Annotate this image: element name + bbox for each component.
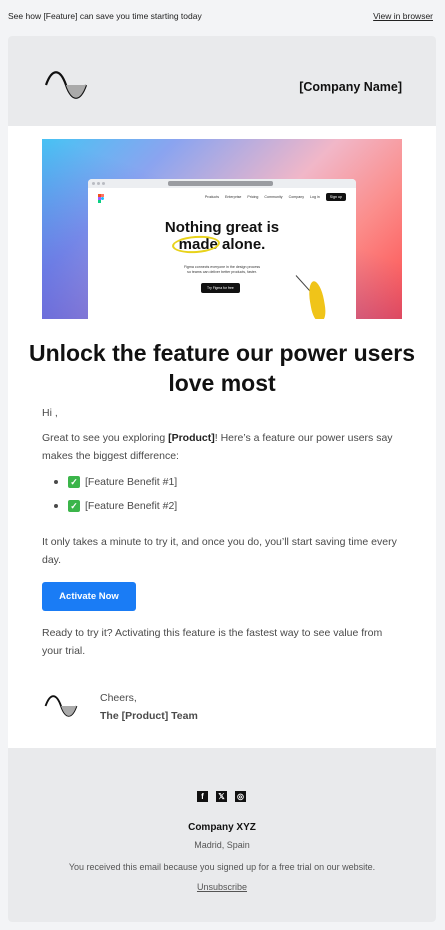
mock-nav: Products Enterprise Pricing Community Co… [205, 193, 346, 201]
minute-paragraph: It only takes a minute to try it, and on… [42, 536, 397, 566]
email-title: Unlock the feature our power users love … [29, 340, 415, 396]
greeting: Hi , [42, 407, 58, 419]
email-footer: f 𝕏 ◎ Company XYZ Madrid, Spain You rece… [8, 748, 436, 922]
preheader: See how [Feature] can save you time star… [0, 0, 445, 32]
view-in-browser-link[interactable]: View in browser [373, 11, 433, 21]
hero-headline: Nothing great is made alone. [164, 219, 280, 253]
url-bar [168, 181, 273, 186]
intro-paragraph: Great to see you exploring [Product]! He… [42, 432, 393, 462]
check-icon: ✓ [68, 476, 80, 488]
footer-reason: You received this email because you sign… [68, 862, 376, 872]
hero-image: Products Enterprise Pricing Community Co… [42, 139, 402, 319]
browser-mockup: Products Enterprise Pricing Community Co… [88, 179, 356, 319]
hero-cta: Try Figma for free [201, 283, 240, 293]
unsubscribe-link[interactable]: Unsubscribe [8, 882, 436, 892]
check-icon: ✓ [68, 500, 80, 512]
figma-icon [98, 194, 104, 203]
footer-company: Company XYZ [188, 822, 256, 833]
signature-cheers: Cheers, [100, 692, 137, 704]
email-card: [Company Name] Products Enterprise Prici… [8, 36, 436, 922]
list-item: ✓ [Feature Benefit #1] [54, 470, 177, 494]
social-links: f 𝕏 ◎ [197, 791, 246, 802]
preheader-text: See how [Feature] can save you time star… [8, 11, 202, 21]
footer-address: Madrid, Spain [194, 840, 250, 850]
banana-illustration [306, 280, 328, 319]
company-name: [Company Name] [299, 80, 402, 94]
signature-team: The [Product] Team [100, 710, 198, 722]
hero-subtext: Figma connects everyone in the design pr… [183, 265, 261, 274]
activate-now-button[interactable]: Activate Now [42, 582, 136, 611]
x-icon[interactable]: 𝕏 [216, 791, 227, 802]
facebook-icon[interactable]: f [197, 791, 208, 802]
benefits-list: ✓ [Feature Benefit #1] ✓ [Feature Benefi… [54, 470, 177, 518]
product-name: [Product] [168, 432, 215, 444]
sine-wave-logo-icon [44, 695, 78, 717]
instagram-icon[interactable]: ◎ [235, 791, 246, 802]
ready-paragraph: Ready to try it? Activating this feature… [42, 627, 383, 657]
email-header: [Company Name] [8, 36, 436, 126]
sine-wave-logo-icon [44, 71, 88, 99]
list-item: ✓ [Feature Benefit #2] [54, 494, 177, 518]
